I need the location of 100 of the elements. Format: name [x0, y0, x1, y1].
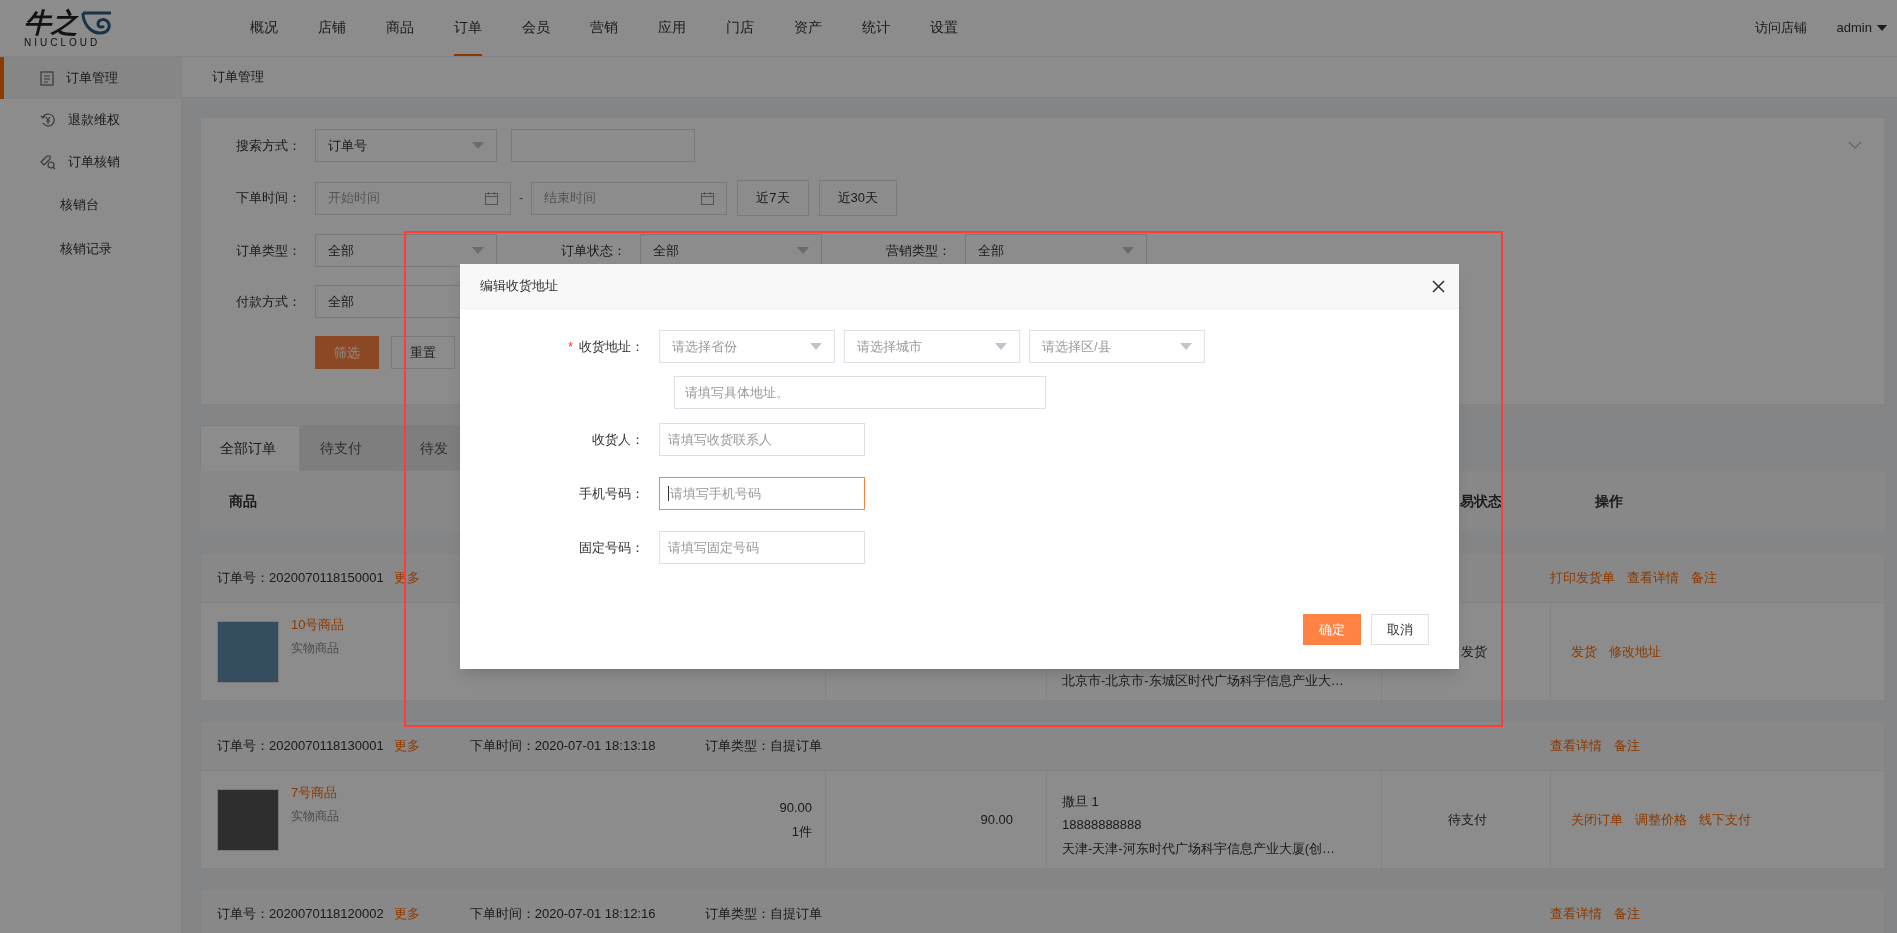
order-tab[interactable]: 待支付 [300, 425, 400, 471]
nav-tab[interactable]: 会员 [522, 0, 550, 56]
column-header: 易状态 [1460, 491, 1503, 511]
field-label: 手机号码： [578, 484, 645, 503]
confirm-button[interactable]: 确定 [1303, 614, 1361, 645]
order-number: 订单号：2020070118130001 [217, 737, 384, 756]
more-link[interactable]: 更多 [393, 904, 420, 924]
order-status: 待支付 [1448, 810, 1487, 829]
filter-label: 搜索方式： [235, 136, 301, 155]
total-amount: 90.00 [980, 810, 1013, 829]
filter-label: 付款方式： [235, 292, 301, 311]
caret-icon [472, 247, 484, 254]
text-input[interactable]: 请填写收货联系人 [659, 423, 865, 456]
quick-range-button[interactable]: 近7天 [737, 180, 809, 216]
caret-icon [472, 142, 484, 149]
text-cursor [668, 486, 669, 501]
close-icon[interactable] [1432, 279, 1445, 293]
order-action-link[interactable]: 关闭订单 [1571, 809, 1623, 830]
column-header: 商品 [229, 492, 257, 509]
order-number: 订单号：2020070118150001 [217, 569, 384, 588]
nav-tab[interactable]: 概况 [250, 0, 278, 56]
filter-label: 订单类型： [235, 241, 301, 260]
photo-placeholder [217, 788, 279, 851]
order-time: 下单时间：2020-07-01 18:13:18 [469, 737, 656, 756]
required-mark: * [567, 337, 573, 356]
field-label: 固定号码： [578, 538, 645, 557]
nav-tab[interactable]: 门店 [726, 0, 754, 56]
nav-tab[interactable]: 统计 [862, 0, 890, 56]
select-field[interactable]: 请选择城市 [844, 330, 1020, 363]
order-action-link[interactable]: 查看详情 [1550, 904, 1602, 924]
range-separator: - [519, 189, 524, 208]
filter-label: 订单状态： [560, 241, 626, 260]
field-label: 收货人： [591, 430, 645, 449]
cancel-button[interactable]: 取消 [1371, 614, 1429, 645]
order-action-link[interactable]: 查看详情 [1550, 736, 1602, 756]
product-name[interactable]: 10号商品 [291, 615, 345, 635]
user-menu[interactable]: admin [1836, 18, 1887, 38]
reset-button[interactable]: 重置 [391, 336, 455, 369]
sidebar-item[interactable]: 订单管理 [0, 57, 181, 99]
caret-icon [995, 343, 1007, 350]
nav-tab[interactable]: 资产 [794, 0, 822, 56]
order-action-link[interactable]: 发货 [1571, 641, 1597, 662]
order-time: 下单时间：2020-07-01 18:12:16 [469, 905, 656, 924]
order-action-link[interactable]: 修改地址 [1609, 641, 1661, 662]
order-action-link[interactable]: 查看详情 [1627, 568, 1679, 588]
quick-range-button[interactable]: 近30天 [818, 180, 898, 216]
order-action-link[interactable]: 线下支付 [1699, 809, 1751, 830]
order-action-link[interactable]: 调整价格 [1635, 809, 1687, 830]
breadcrumb: 订单管理 [212, 68, 264, 87]
shipping-address: 北京市-北京市-东城区时代广场科宇信息产业大… [1062, 671, 1345, 690]
order-action-link[interactable]: 备注 [1614, 736, 1640, 756]
unit-price: 90.00 [779, 799, 812, 817]
nav-tab[interactable]: 商品 [386, 0, 414, 56]
more-link[interactable]: 更多 [393, 736, 420, 756]
filter-button[interactable]: 筛选 [315, 336, 379, 369]
select-field[interactable]: 请选择省份 [659, 330, 835, 363]
select-field[interactable]: 全部 [315, 234, 497, 267]
buyer-phone: 18888888888 [1062, 816, 1143, 834]
select-field[interactable]: 请选择区/县 [1029, 330, 1205, 363]
nav-tab[interactable]: 店铺 [318, 0, 346, 56]
caret-icon [1180, 343, 1192, 350]
caret-icon [1122, 247, 1134, 254]
buyer-name: 撒旦 1 [1062, 792, 1100, 811]
logo-text: 牛之 [24, 8, 78, 37]
select-field[interactable]: 订单号 [315, 129, 497, 162]
text-input[interactable]: 请填写手机号码 [659, 477, 865, 510]
order-type: 订单类型：自提订单 [705, 905, 823, 924]
sidebar-subitem[interactable]: 核销台 [0, 183, 181, 227]
caret-icon [797, 247, 809, 254]
nav-tab[interactable]: 营销 [590, 0, 618, 56]
order-action-link[interactable]: 打印发货单 [1550, 568, 1615, 588]
logo-subtitle: NIUCLOUD [24, 36, 102, 48]
address-input[interactable]: 请填写具体地址。 [674, 376, 1046, 409]
sidebar-subitem[interactable]: 核销记录 [0, 227, 181, 271]
column-header: 操作 [1594, 491, 1623, 511]
sidebar-item[interactable]: 退款维权 [0, 99, 181, 141]
field-label: 收货地址： [579, 337, 644, 356]
product-name[interactable]: 7号商品 [291, 783, 339, 803]
text-input[interactable]: 请填写固定号码 [659, 531, 865, 564]
order-action-link[interactable]: 备注 [1614, 904, 1640, 924]
order-tab[interactable]: 全部订单 [200, 425, 300, 471]
calendar-icon [701, 191, 715, 205]
sidebar-item[interactable]: 订单核销 [0, 141, 181, 183]
nav-tab[interactable]: 应用 [658, 0, 686, 56]
visit-store-link[interactable]: 访问店铺 [1754, 18, 1807, 38]
filter-label: 营销类型： [885, 241, 951, 260]
filter-label: 下单时间： [235, 189, 301, 208]
order-action-link[interactable]: 备注 [1691, 568, 1717, 588]
order-type: 订单类型：自提订单 [705, 737, 823, 756]
document-icon [40, 70, 54, 86]
photo-placeholder [217, 620, 279, 683]
tag-icon [40, 154, 56, 170]
calendar-icon [485, 191, 498, 205]
caret-icon [1877, 25, 1887, 31]
product-type: 实物商品 [291, 807, 339, 825]
chevron-down-icon[interactable] [1848, 141, 1862, 149]
nav-tab[interactable]: 设置 [930, 0, 958, 56]
shipping-address: 天津-天津-河东时代广场科宇信息产业大厦(创… [1062, 839, 1336, 858]
order-status: 发货 [1461, 642, 1487, 661]
refund-icon [40, 112, 56, 128]
